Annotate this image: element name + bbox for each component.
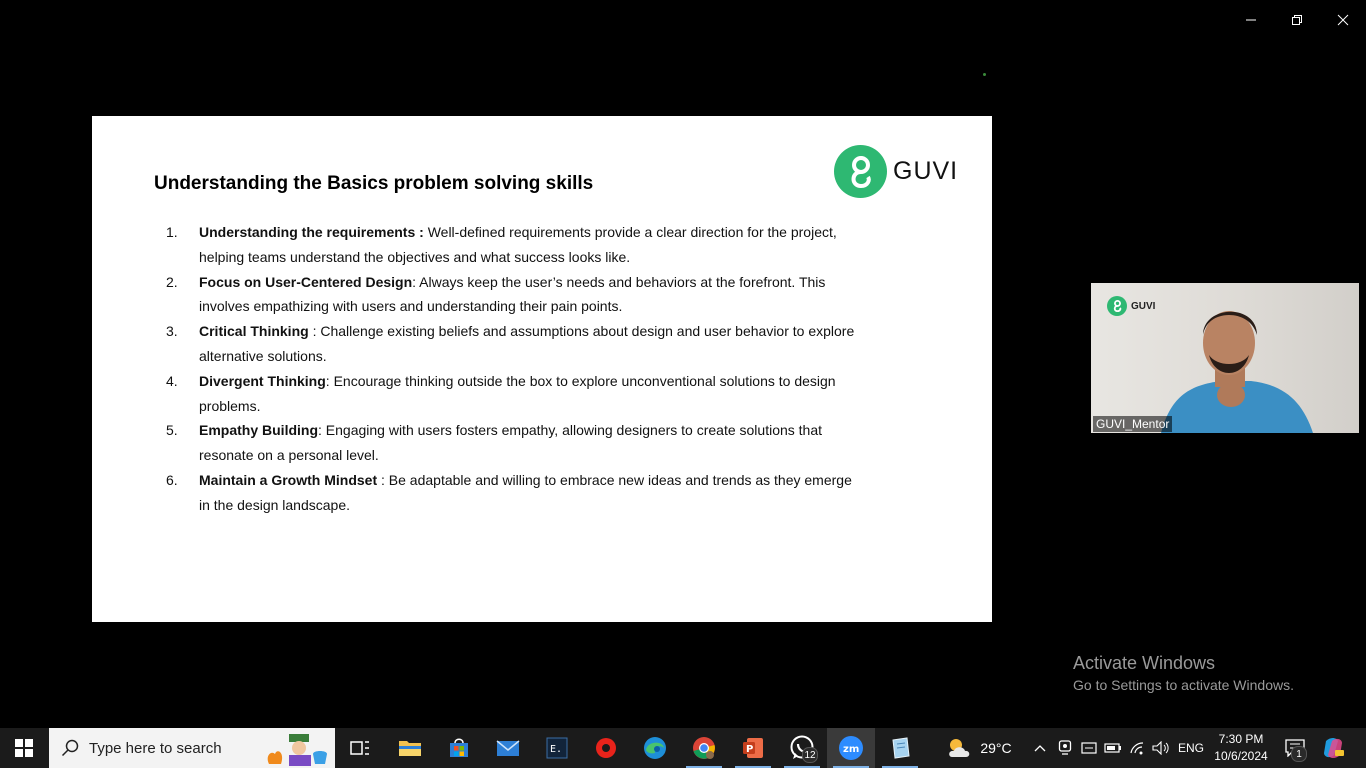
file-explorer-button[interactable]	[386, 728, 434, 768]
svg-text:P: P	[746, 744, 753, 755]
weather-partly-cloudy-icon	[949, 739, 970, 757]
search-highlight-illustration-icon	[267, 734, 327, 766]
watermark-subtitle: Go to Settings to activate Windows.	[1073, 677, 1294, 693]
close-icon	[1337, 14, 1349, 26]
notification-count-badge: 1	[1291, 746, 1307, 762]
watermark-title: Activate Windows	[1073, 653, 1216, 673]
window-controls	[1228, 0, 1366, 40]
webcam-icon	[1058, 740, 1072, 755]
battery-tray-button[interactable]	[1102, 728, 1124, 768]
participant-name-label: GUVI_Mentor	[1093, 416, 1173, 432]
item-heading: Divergent Thinking	[199, 372, 326, 389]
slide-title: Understanding the Basics problem solving…	[154, 173, 594, 194]
list-item: 5. Empathy Building: Engaging with users …	[166, 418, 866, 468]
minimize-icon	[1246, 19, 1256, 21]
volume-tray-button[interactable]	[1150, 728, 1172, 768]
notepad-button[interactable]	[876, 728, 924, 768]
mail-button[interactable]	[484, 728, 532, 768]
edge-icon	[644, 737, 666, 759]
item-number: 5.	[166, 422, 178, 439]
show-hidden-icons-button[interactable]	[1030, 728, 1050, 768]
activate-windows-watermark: Activate Windows Go to Settings to activ…	[1073, 652, 1294, 696]
recorder-button[interactable]	[582, 728, 630, 768]
language-label: ENG	[1177, 741, 1204, 755]
item-number: 4.	[166, 372, 178, 389]
wifi-icon	[1130, 742, 1144, 755]
microsoft-store-button[interactable]	[435, 728, 483, 768]
skills-list: 1. Understanding the requirements : Well-…	[166, 220, 866, 518]
restore-icon	[1292, 15, 1302, 25]
security-tray-button[interactable]	[1078, 728, 1100, 768]
whatsapp-unread-badge: 12	[802, 747, 818, 763]
item-heading: Critical Thinking	[199, 323, 309, 340]
svg-text:E.: E.	[550, 744, 562, 755]
network-tray-button[interactable]	[1126, 728, 1148, 768]
zoom-button[interactable]: zm	[827, 728, 875, 768]
item-number: 2.	[166, 273, 178, 290]
edge-button[interactable]	[631, 728, 679, 768]
copilot-button[interactable]	[1318, 728, 1348, 768]
guvi-logo: GUVI	[834, 145, 958, 198]
mail-icon	[496, 740, 520, 756]
display-settings-icon	[1081, 742, 1097, 754]
powerpoint-button[interactable]: P	[729, 728, 777, 768]
copilot-icon	[1324, 738, 1344, 758]
terminal-icon: E.	[546, 737, 568, 759]
item-heading: Understanding the requirements :	[199, 224, 424, 240]
list-item: 3. Critical Thinking : Challenge existing…	[166, 319, 866, 369]
item-heading: Focus on User-Centered Design	[199, 273, 413, 290]
list-item: 4. Divergent Thinking: Encourage thinking…	[166, 369, 866, 419]
search-placeholder: Type here to search	[89, 739, 222, 757]
start-button[interactable]	[0, 728, 48, 768]
zoom-icon: zm	[839, 736, 863, 760]
chrome-button[interactable]	[680, 728, 728, 768]
item-number: 6.	[166, 471, 178, 488]
terminal-button[interactable]: E.	[533, 728, 581, 768]
input-language-button[interactable]: ENG	[1176, 728, 1206, 768]
status-dot	[983, 73, 986, 76]
list-item: 1. Understanding the requirements : Well-…	[166, 220, 866, 270]
item-number: 1.	[166, 224, 178, 240]
task-view-button[interactable]	[336, 728, 384, 768]
notification-center-button[interactable]: 1	[1280, 728, 1310, 768]
taskbar: Type here to search E. P 12 zm 29°C ENG …	[0, 728, 1366, 768]
guvi-logo-text: GUVI	[893, 157, 959, 185]
task-view-icon	[350, 741, 369, 755]
participant-video[interactable]: GUVI GUVI_Mentor	[1091, 283, 1359, 433]
list-item: 6. Maintain a Growth Mindset : Be adaptab…	[166, 468, 866, 518]
meet-now-button[interactable]	[1054, 728, 1076, 768]
item-heading: Maintain a Growth Mindset	[199, 471, 378, 488]
svg-text:zm: zm	[843, 744, 859, 755]
record-icon	[596, 738, 616, 758]
item-number: 3.	[166, 323, 178, 340]
speaker-icon	[1152, 741, 1169, 755]
chevron-up-icon	[1034, 745, 1046, 752]
close-button[interactable]	[1320, 0, 1366, 40]
chrome-icon	[693, 737, 715, 759]
store-icon	[450, 738, 468, 757]
taskbar-clock[interactable]: 7:30 PM 10/6/2024	[1210, 728, 1272, 768]
search-icon	[61, 739, 79, 757]
clock-date: 10/6/2024	[1214, 749, 1268, 763]
whatsapp-button[interactable]: 12	[778, 728, 826, 768]
minimize-button[interactable]	[1228, 0, 1274, 40]
guvi-logo-icon	[834, 145, 887, 198]
folder-icon	[399, 741, 421, 756]
windows-icon	[15, 739, 33, 757]
restore-button[interactable]	[1274, 0, 1320, 40]
presenter-figure	[1161, 311, 1313, 433]
taskbar-search[interactable]: Type here to search	[49, 728, 335, 768]
clock-time: 7:30 PM	[1218, 732, 1264, 746]
weather-temperature: 29°C	[980, 740, 1012, 756]
item-heading: Empathy Building	[199, 422, 318, 439]
list-item: 2. Focus on User-Centered Design: Always …	[166, 270, 866, 320]
presentation-slide: Understanding the Basics problem solving…	[92, 116, 992, 622]
battery-icon	[1104, 743, 1121, 753]
notepad-icon	[892, 737, 910, 759]
weather-widget[interactable]: 29°C	[944, 728, 1014, 768]
powerpoint-icon: P	[743, 738, 763, 758]
